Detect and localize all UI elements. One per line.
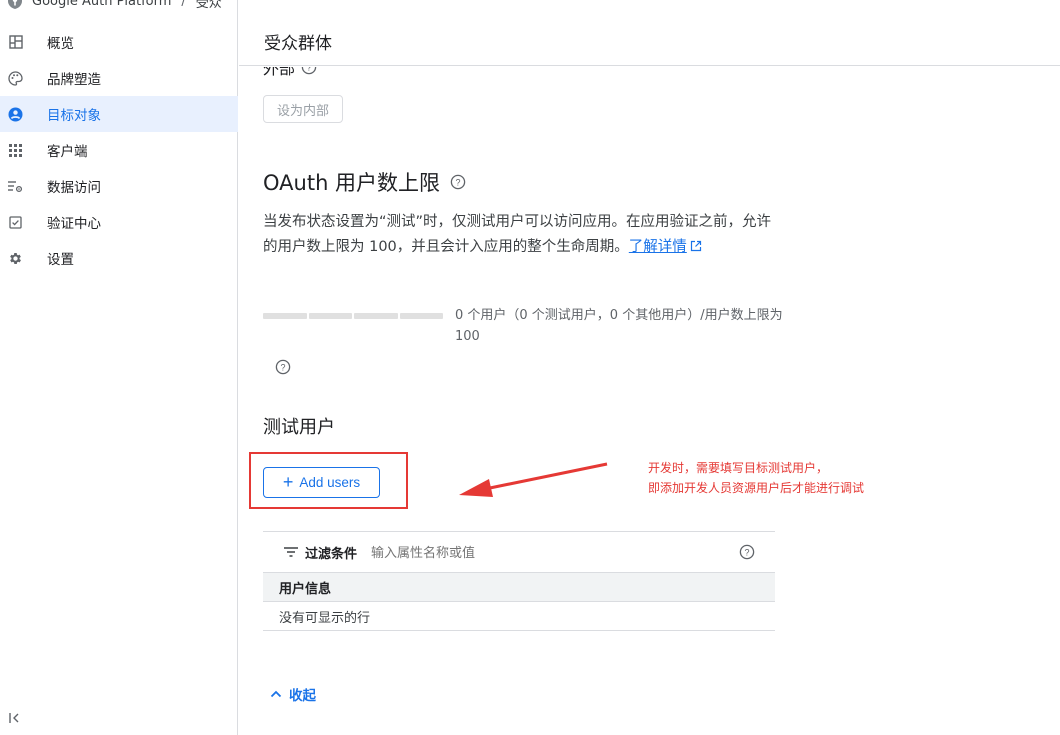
svg-text:?: ? xyxy=(456,178,461,188)
filter-bar: 过滤条件 ? xyxy=(263,531,775,572)
sidebar-item-settings[interactable]: 设置 xyxy=(0,240,238,276)
add-users-label: Add users xyxy=(299,475,361,490)
oauth-limit-heading-text: OAuth 用户数上限 xyxy=(263,171,441,195)
progress-segment xyxy=(354,313,398,319)
help-icon[interactable]: ? xyxy=(450,174,466,190)
sidebar-item-label: 客户端 xyxy=(47,144,88,160)
collapse-sidebar-icon[interactable] xyxy=(8,711,24,727)
table-empty-row: 没有可显示的行 xyxy=(263,602,775,631)
filter-input[interactable] xyxy=(371,544,672,560)
data-access-icon xyxy=(8,179,23,194)
page-header: 受众群体 xyxy=(239,0,1060,66)
svg-text:?: ? xyxy=(744,548,749,558)
user-type-heading-text: 外部 xyxy=(263,67,296,78)
gear-icon xyxy=(8,251,23,266)
plus-icon: + xyxy=(282,471,294,492)
learn-more-link[interactable]: 了解详情 xyxy=(629,239,702,255)
sidebar-item-label: 目标对象 xyxy=(47,108,101,124)
main-content[interactable]: 外部 ? 设为内部 OAuth 用户数上限 ? 当发布状态设置为“测试”时，仅测… xyxy=(239,67,1060,735)
table-header-user-info[interactable]: 用户信息 xyxy=(263,572,775,602)
sidebar: 概览 品牌塑造 目标对象 客户端 数据访问 验证中心 设置 xyxy=(0,0,238,735)
progress-segment xyxy=(308,313,352,319)
sidebar-item-overview[interactable]: 概览 xyxy=(0,24,238,60)
sidebar-item-clients[interactable]: 客户端 xyxy=(0,132,238,168)
sidebar-item-label: 验证中心 xyxy=(47,216,101,232)
sidebar-item-audience[interactable]: 目标对象 xyxy=(0,96,238,132)
palette-icon xyxy=(8,70,23,86)
grid-icon xyxy=(8,143,23,158)
annotation-arrow-icon xyxy=(459,462,608,497)
collapse-button[interactable]: 收起 xyxy=(269,684,316,704)
progress-segment xyxy=(399,313,443,319)
sidebar-item-data-access[interactable]: 数据访问 xyxy=(0,168,238,204)
sidebar-item-verification[interactable]: 验证中心 xyxy=(0,204,238,240)
help-icon[interactable]: ? xyxy=(301,67,317,75)
user-cap-usage-text: 0 个用户（0 个测试用户，0 个其他用户）/用户数上限为 100 xyxy=(455,308,783,344)
progress-segment xyxy=(263,313,307,319)
sidebar-item-label: 设置 xyxy=(47,252,74,268)
dashboard-icon xyxy=(8,35,23,50)
make-internal-button[interactable]: 设为内部 xyxy=(263,95,344,123)
annotation-line: 即添加开发人员资源用户后才能进行调试 xyxy=(648,481,865,495)
oauth-limit-description: 当发布状态设置为“测试”时，仅测试用户可以访问应用。在应用验证之前，允许的用户数… xyxy=(263,210,783,260)
add-users-button[interactable]: + Add users xyxy=(263,467,380,498)
sidebar-nav: 概览 品牌塑造 目标对象 客户端 数据访问 验证中心 设置 xyxy=(0,24,238,276)
annotation-text: 开发时，需要填写目标测试用户， 即添加开发人员资源用户后才能进行调试 xyxy=(648,458,864,498)
filter-icon xyxy=(284,547,298,557)
sidebar-item-label: 数据访问 xyxy=(47,180,101,196)
sidebar-item-branding[interactable]: 品牌塑造 xyxy=(0,60,238,96)
sidebar-item-label: 品牌塑造 xyxy=(47,72,101,88)
collapse-label: 收起 xyxy=(289,688,316,704)
user-type-heading: 外部 ? xyxy=(263,67,317,79)
help-icon[interactable]: ? xyxy=(275,359,291,375)
svg-text:?: ? xyxy=(307,67,312,73)
person-icon xyxy=(8,107,23,122)
checkbox-icon xyxy=(8,215,23,230)
learn-more-label: 了解详情 xyxy=(628,239,687,255)
external-link-icon xyxy=(690,240,701,252)
oauth-limit-heading: OAuth 用户数上限 ? xyxy=(263,167,466,197)
help-icon[interactable]: ? xyxy=(739,544,755,560)
annotation-line: 开发时，需要填写目标测试用户， xyxy=(648,461,829,475)
page-title: 受众群体 xyxy=(264,34,332,54)
sidebar-item-label: 概览 xyxy=(47,36,74,52)
svg-text:?: ? xyxy=(280,363,285,373)
chevron-up-icon xyxy=(270,690,282,698)
user-cap-progress-bar xyxy=(263,313,443,319)
test-users-heading: 测试用户 xyxy=(263,417,335,438)
filter-label: 过滤条件 xyxy=(305,546,358,562)
